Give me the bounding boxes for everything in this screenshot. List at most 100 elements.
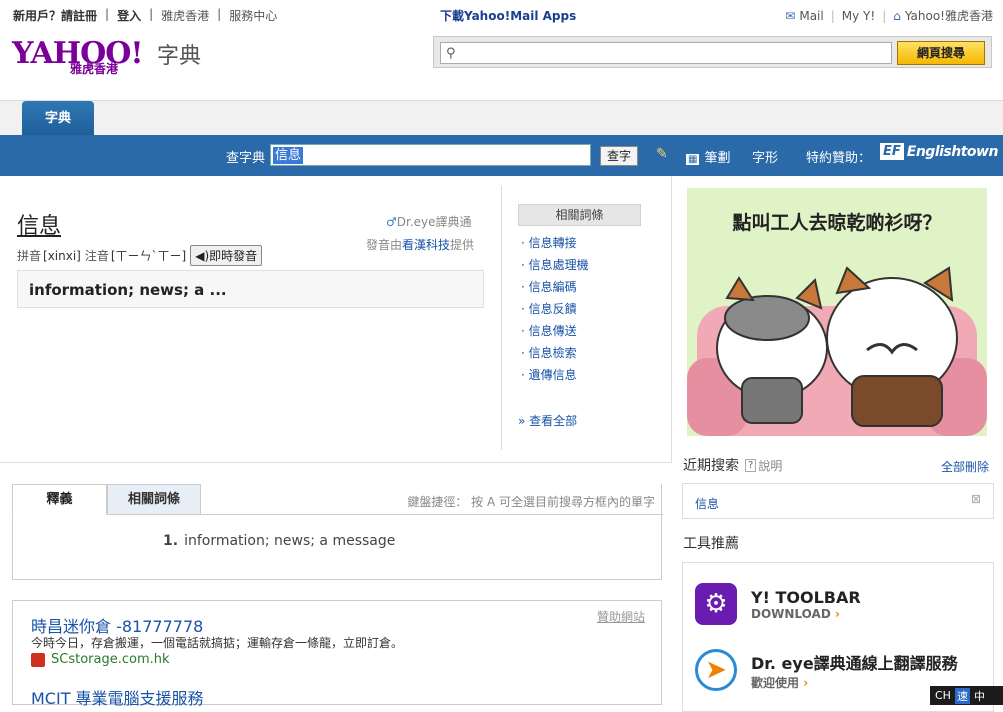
tab-related-terms[interactable]: 相關詞條: [107, 484, 201, 515]
headword: 信息: [17, 214, 62, 239]
ime-lang: CH: [935, 689, 951, 702]
dictionary-query-input[interactable]: 信息: [270, 144, 591, 166]
yahoo-hk-link[interactable]: 雅虎香港: [161, 7, 209, 24]
related-term-item[interactable]: 信息檢索: [521, 344, 589, 366]
strokes-link[interactable]: ▦ 筆劃: [686, 147, 730, 166]
ef-logo-mark: EF: [880, 143, 904, 160]
my-yahoo-link[interactable]: My Y!: [842, 9, 875, 23]
related-term-link[interactable]: 信息轉接: [529, 236, 577, 250]
help-icon[interactable]: ?: [745, 458, 757, 472]
definition-text: information; news; a message: [184, 533, 396, 549]
recent-search-item[interactable]: 信息: [695, 495, 719, 512]
drye-sub: 歡迎使用 ›: [751, 675, 809, 690]
clear-all-link[interactable]: 全部刪除: [941, 458, 989, 475]
divider: |: [217, 7, 222, 21]
query-text: 信息: [273, 147, 304, 164]
help-link[interactable]: 說明: [758, 457, 782, 474]
definition-line: 1. information; news; a message: [163, 533, 395, 549]
pinyin-value: [xinxi]: [43, 248, 81, 263]
voice-credit: 發音由看漢科技提供: [366, 236, 474, 253]
divider: |: [882, 8, 887, 23]
tab-definition[interactable]: 釋義: [12, 484, 107, 515]
ad-url[interactable]: SCstorage.com.hk: [31, 652, 170, 667]
char-shape-link[interactable]: 字形: [752, 147, 778, 166]
related-term-item[interactable]: 信息編碼: [521, 278, 589, 300]
recent-title: 近期搜索: [683, 458, 739, 474]
related-term-link[interactable]: 信息傳送: [529, 324, 577, 338]
definition-panel: 釋義 相關詞條 鍵盤捷徑： 按 A 可全選目前搜尋方框內的單字 1. inform…: [12, 484, 663, 580]
yahoo-home-link[interactable]: Yahoo!雅虎香港: [905, 7, 993, 24]
strokes-icon: ▦: [686, 154, 700, 165]
pen-icon[interactable]: ✎: [656, 146, 668, 162]
related-term-link[interactable]: 信息處理機: [529, 258, 589, 272]
related-term-item[interactable]: 遺傳信息: [521, 366, 589, 388]
ad-banner[interactable]: 點叫工人去晾乾啲衫呀？: [687, 188, 987, 436]
sponsor-name: Englishtown: [906, 143, 999, 160]
strokes-label: 筆劃: [704, 151, 731, 166]
mail-icon: ✉: [785, 8, 796, 23]
related-term-link[interactable]: 信息編碼: [529, 280, 577, 294]
ime-indicator[interactable]: CH 速 中: [930, 686, 1003, 705]
right-column: 點叫工人去晾乾啲衫呀？ 近期搜索 ? 說明 全部刪除 信息 ⊠ 工具推薦 ⚙ Y…: [673, 176, 1003, 712]
product-label: 字典: [157, 44, 202, 69]
close-icon[interactable]: ⊠: [971, 492, 981, 506]
related-term-link[interactable]: 信息反饋: [529, 302, 577, 316]
drye-translate-service[interactable]: ➤ Dr. eye譯典通線上翻譯服務 歡迎使用 ›: [695, 649, 958, 691]
search-icon: ⚲: [446, 46, 456, 61]
related-term-item[interactable]: 信息反饋: [521, 300, 589, 322]
definition-summary: information; news; a ...: [17, 270, 484, 308]
related-terms-list: 信息轉接 信息處理機 信息編碼 信息反饋 信息傳送 信息檢索 遺傳信息: [521, 234, 589, 388]
ad-title-link[interactable]: MCIT 專業電腦支援服務: [31, 685, 204, 709]
download-mail-apps-link[interactable]: 下載Yahoo!Mail Apps: [440, 7, 576, 24]
related-term-item[interactable]: 信息轉接: [521, 234, 589, 256]
see-all-link[interactable]: » 查看全部: [518, 412, 577, 429]
web-search-bar: ⚲ 網頁搜尋: [433, 36, 992, 68]
login-link[interactable]: 登入: [117, 7, 141, 24]
web-search-button[interactable]: 網頁搜尋: [897, 41, 985, 65]
lookup-button[interactable]: 查字: [600, 146, 638, 166]
drye-icon: ♂: [386, 215, 397, 229]
ad-logo-icon: [31, 652, 45, 667]
voice-suffix: 提供: [450, 238, 475, 252]
pinyin-label: 拼音: [17, 249, 42, 263]
ime-script: 中: [973, 689, 985, 703]
yahoo-dictionary-logo[interactable]: YAHOO! 雅虎香港 字典: [12, 36, 212, 78]
related-term-item[interactable]: 信息傳送: [521, 322, 589, 344]
sponsored-link[interactable]: 贊助網站: [597, 608, 645, 625]
related-term-link[interactable]: 遺傳信息: [529, 368, 577, 382]
divider: [501, 186, 502, 450]
definition-tab-row: 釋義 相關詞條 鍵盤捷徑： 按 A 可全選目前搜尋方框內的單字: [12, 484, 663, 515]
region-label: 雅虎香港: [70, 62, 119, 76]
mail-link[interactable]: Mail: [799, 9, 823, 23]
englishtown-logo[interactable]: EF Englishtown: [880, 143, 998, 160]
speak-button[interactable]: ◀)即時發音: [190, 245, 263, 266]
voice-company-link[interactable]: 看漢科技: [402, 238, 450, 252]
dictionary-lookup-bar: 查字典 信息 查字 ✎ ▦ 筆劃 字形 特約贊助： EF Englishtown: [0, 135, 1003, 176]
divider: |: [105, 7, 110, 21]
tab-dictionary[interactable]: 字典: [22, 101, 94, 136]
related-term-item[interactable]: 信息處理機: [521, 256, 589, 278]
toolbar-sub: DOWNLOAD ›: [751, 606, 840, 621]
service-center-link[interactable]: 服務中心: [229, 7, 277, 24]
gear-icon: ⚙: [695, 583, 737, 625]
lookup-label: 查字典: [226, 151, 266, 166]
speak-label: 即時發音: [209, 249, 258, 263]
definition-index: 1.: [163, 533, 179, 549]
drye-name: Dr. eye譯典通線上翻譯服務: [751, 653, 958, 673]
zhuyin-value: [ㄒㄧㄣˋㄒㄧ]: [110, 249, 187, 263]
web-search-input[interactable]: ⚲: [440, 42, 892, 64]
home-icon: ⌂: [893, 8, 901, 23]
register-link[interactable]: 新用戶？請註冊: [13, 7, 97, 24]
divider: |: [830, 8, 835, 23]
entry-pane: 信息 拼音 [xinxi] 注音 [ㄒㄧㄣˋㄒㄧ] ◀)即時發音 ♂Dr.eye…: [0, 176, 672, 462]
toolbar-download[interactable]: ⚙ Y! TOOLBAR DOWNLOAD ›: [695, 583, 861, 625]
divider: |: [149, 7, 154, 21]
related-terms-header: 相關詞條: [518, 204, 641, 226]
zhuyin-label: 注音: [84, 249, 109, 263]
ad-description: 今時今日，存倉搬運，一個電話就搞掂；運輸存倉一條龍，立即訂倉。: [31, 636, 404, 650]
related-term-link[interactable]: 信息檢索: [529, 346, 577, 360]
divider: [0, 462, 672, 463]
voice-prefix: 發音由: [366, 238, 403, 252]
ime-mode: 速: [954, 687, 970, 704]
sponsored-ads: 贊助網站 時昌迷你倉 -81777778 今時今日，存倉搬運，一個電話就搞掂；運…: [12, 600, 662, 708]
